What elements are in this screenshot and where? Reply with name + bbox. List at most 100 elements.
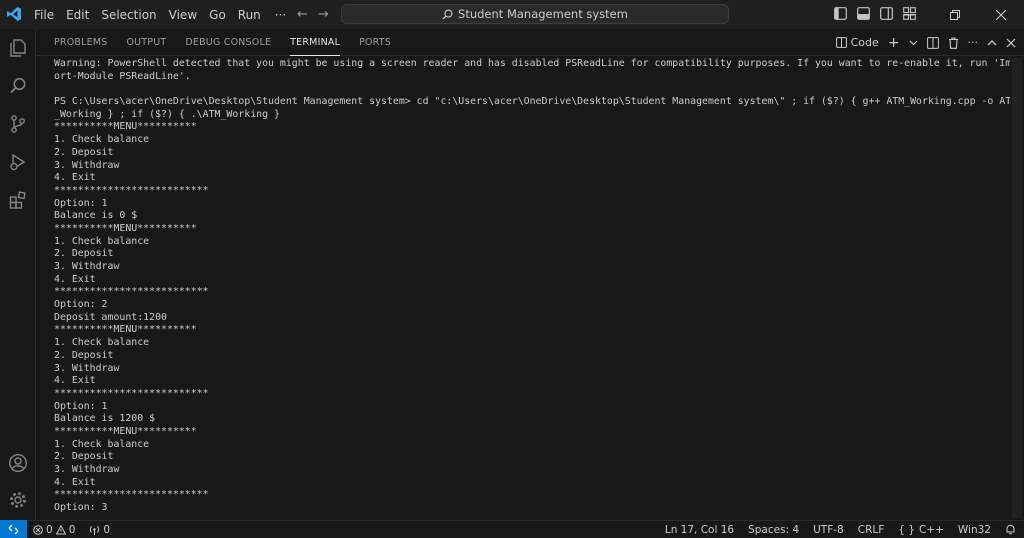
menu-bar: File Edit Selection View Go Run ··· <box>34 0 298 29</box>
problems-indicator[interactable]: 0 0 <box>33 524 75 536</box>
terminal-line: 3. Withdraw <box>54 464 120 475</box>
braces-icon: { } <box>898 523 915 536</box>
terminal-line: **********MENU********** <box>54 425 197 437</box>
error-count: 0 <box>46 523 53 536</box>
tab-ports[interactable]: PORTS <box>359 29 391 56</box>
activity-bar <box>0 29 36 520</box>
terminal-split-icon <box>835 37 847 48</box>
window-controls <box>886 0 1024 29</box>
maximize-panel-chevron-up-icon[interactable] <box>987 38 997 48</box>
menu-view[interactable]: View <box>169 8 197 22</box>
back-arrow-icon[interactable]: ← <box>297 7 308 22</box>
run-and-debug-icon[interactable] <box>8 152 28 172</box>
end-of-line[interactable]: CRLF <box>858 524 885 536</box>
tab-problems[interactable]: PROBLEMS <box>54 29 107 56</box>
settings-gear-icon[interactable] <box>8 490 28 510</box>
accounts-icon[interactable] <box>8 453 28 473</box>
status-left: 0 0 0 <box>33 521 110 538</box>
terminal-selector[interactable]: Code <box>835 36 879 49</box>
search-icon <box>442 9 453 20</box>
toggle-panel-icon[interactable] <box>857 7 870 20</box>
tab-terminal[interactable]: TERMINAL <box>290 29 341 56</box>
language-mode[interactable]: { } C++ <box>898 524 944 536</box>
status-right: Ln 17, Col 16 Spaces: 4 UTF-8 CRLF { } C… <box>665 521 1016 538</box>
terminal-line: Warning: PowerShell detected that you mi… <box>54 58 1010 69</box>
terminal-line: PS C:\Users\acer\OneDrive\Desktop\Studen… <box>54 96 1010 108</box>
menu-file[interactable]: File <box>34 8 54 22</box>
terminal-line: 4. Exit <box>54 375 96 387</box>
menu-more-icon[interactable]: ··· <box>275 8 286 22</box>
terminal-line: 2. Deposit <box>54 248 114 260</box>
terminal-scrollbar[interactable] <box>1012 58 1022 518</box>
terminal-line: ort-Module PSReadLine'. <box>54 70 191 82</box>
terminal-line: Option: 1 <box>54 400 108 412</box>
terminal-line: Option: 1 <box>54 197 108 209</box>
kill-terminal-trash-icon[interactable] <box>948 36 959 49</box>
terminal-line: 2. Deposit <box>54 146 114 158</box>
warning-count: 0 <box>68 523 76 536</box>
ports-count: 0 <box>103 523 111 536</box>
new-terminal-icon[interactable]: + <box>888 35 900 51</box>
terminal-line: 4. Exit <box>54 476 96 488</box>
close-panel-icon[interactable] <box>1006 38 1016 48</box>
cursor-position[interactable]: Ln 17, Col 16 <box>665 524 734 536</box>
terminal-line: 2. Deposit <box>54 451 114 463</box>
restore-icon[interactable] <box>932 0 978 29</box>
terminal-line: 4. Exit <box>54 273 96 285</box>
ports-indicator[interactable]: 0 <box>89 524 110 536</box>
scrollbar-thumb[interactable] <box>1012 58 1022 518</box>
platform[interactable]: Win32 <box>958 524 991 536</box>
warning-icon <box>55 524 66 534</box>
terminal-line: ************************** <box>54 387 209 399</box>
terminal-line: ************************** <box>54 489 209 501</box>
notifications-bell-icon[interactable] <box>1005 524 1016 535</box>
language-label: C++ <box>918 523 944 536</box>
forward-arrow-icon[interactable]: → <box>318 7 329 22</box>
remote-icon <box>8 524 19 534</box>
menu-run[interactable]: Run <box>238 8 261 22</box>
vscode-logo-icon[interactable] <box>6 6 22 22</box>
panel-more-icon[interactable]: ··· <box>968 36 979 49</box>
ports-antenna-icon <box>90 525 100 535</box>
terminal-line: 1. Check balance <box>54 438 150 450</box>
search-text: Student Management system <box>458 7 628 21</box>
terminal-line: ************************** <box>54 286 209 298</box>
menu-go[interactable]: Go <box>209 8 226 22</box>
remote-indicator[interactable] <box>0 520 27 538</box>
error-icon <box>33 524 43 535</box>
terminal-dropdown-chevron-icon[interactable] <box>909 38 918 47</box>
terminal-line: 3. Withdraw <box>54 261 120 272</box>
minimize-icon[interactable] <box>886 0 932 29</box>
terminal-line: 3. Withdraw <box>54 362 120 374</box>
panel-tabs: PROBLEMS OUTPUT DEBUG CONSOLE TERMINAL P… <box>54 29 410 56</box>
search-sidebar-icon[interactable] <box>8 76 28 96</box>
file-encoding[interactable]: UTF-8 <box>813 524 844 536</box>
panel-header: PROBLEMS OUTPUT DEBUG CONSOLE TERMINAL P… <box>36 29 1024 56</box>
tab-debug-console[interactable]: DEBUG CONSOLE <box>185 29 271 56</box>
status-bar: 0 0 0 Ln 17, Col 16 Spaces: 4 UTF-8 CRLF… <box>0 520 1024 538</box>
panel-actions: Code + ··· <box>835 29 1016 56</box>
terminal-line: 3. Withdraw <box>54 159 120 171</box>
terminal-line: Balance is 1200 $ <box>54 413 156 425</box>
close-window-icon[interactable] <box>978 0 1024 29</box>
terminal-output[interactable]: Warning: PowerShell detected that you mi… <box>54 58 1010 520</box>
toggle-primary-sidebar-icon[interactable] <box>834 7 847 20</box>
terminal-line: Option: 2 <box>54 299 108 311</box>
explorer-icon[interactable] <box>8 38 28 58</box>
command-center-search[interactable]: Student Management system <box>341 4 729 24</box>
terminal-line: **********MENU********** <box>54 324 197 336</box>
terminal-line: 1. Check balance <box>54 235 150 247</box>
tab-output[interactable]: OUTPUT <box>126 29 166 56</box>
terminal-line: Balance is 0 $ <box>54 210 138 222</box>
menu-selection[interactable]: Selection <box>101 8 156 22</box>
split-terminal-icon[interactable] <box>926 36 939 49</box>
terminal-line: _Working } ; if ($?) { .\ATM_Working } <box>54 108 280 120</box>
indentation[interactable]: Spaces: 4 <box>748 524 799 536</box>
terminal-line: 4. Exit <box>54 172 96 184</box>
menu-edit[interactable]: Edit <box>66 8 89 22</box>
extensions-icon[interactable] <box>8 190 28 210</box>
terminal-line: 2. Deposit <box>54 349 114 361</box>
terminal-line: 1. Check balance <box>54 337 150 349</box>
source-control-icon[interactable] <box>8 114 28 134</box>
